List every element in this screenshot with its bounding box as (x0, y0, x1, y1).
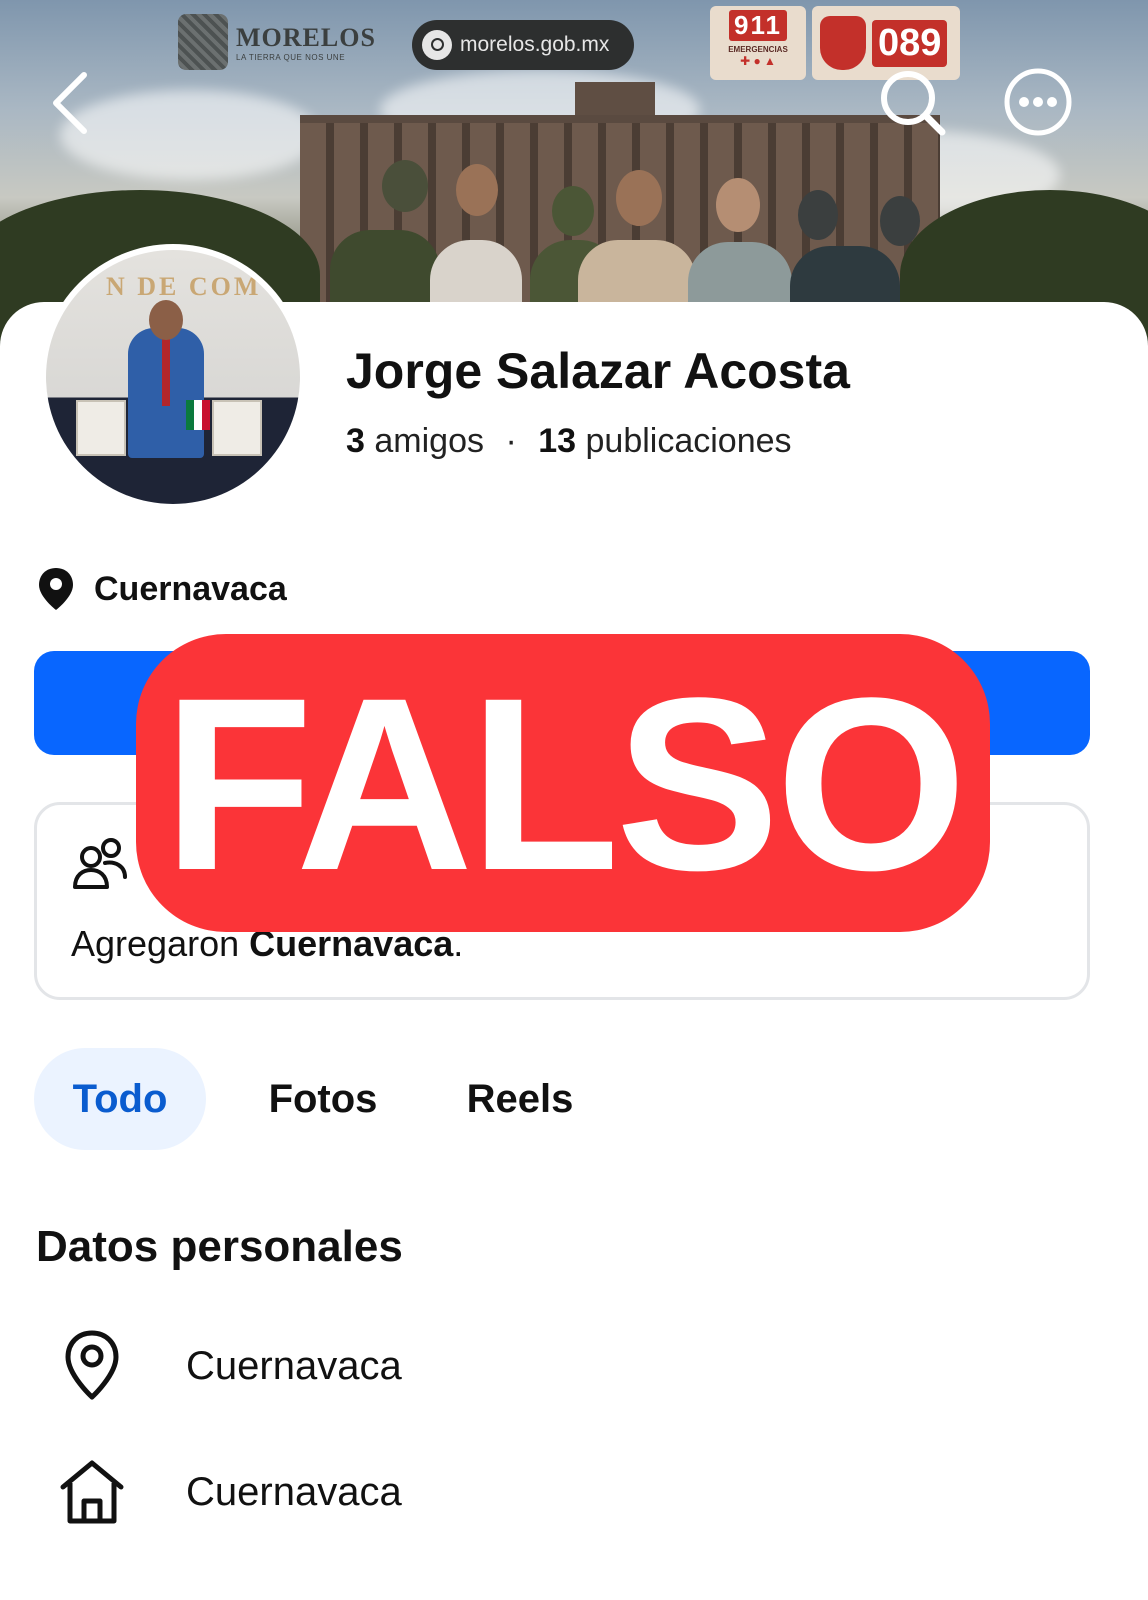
shield-icon (820, 16, 866, 70)
detail-location-text: Cuernavaca (186, 1343, 402, 1388)
cover-person-head (382, 160, 428, 212)
profile-photo: N DE COM (46, 250, 300, 504)
falso-stamp: FALSO (136, 634, 990, 932)
avatar[interactable]: N DE COM (40, 244, 306, 510)
back-button[interactable] (40, 68, 100, 138)
people-icon (73, 838, 127, 889)
search-icon (422, 30, 452, 60)
tab-reels[interactable]: Reels (440, 1048, 600, 1150)
detail-row-home[interactable]: Cuernavaca (56, 1452, 402, 1532)
detail-home-text: Cuernavaca (186, 1469, 402, 1514)
emergency-icons: ✚ ● ▲ (740, 54, 776, 68)
morelos-brand-name: MORELOS (236, 22, 376, 52)
profile-name: Jorge Salazar Acosta (346, 343, 850, 399)
profile-location-text: Cuernavaca (94, 569, 287, 608)
badge-911: 911 EMERGENCIAS ✚ ● ▲ (710, 6, 806, 80)
cover-person-head (716, 178, 760, 232)
profile-photo-head (149, 300, 183, 340)
profile-photo-tie (162, 336, 170, 406)
posts-label: publicaciones (585, 422, 792, 460)
profile-stats: 3 amigos · 13 publicaciones (346, 422, 792, 461)
cover-person-head (880, 196, 920, 246)
cover-person-head (616, 170, 662, 226)
profile-photo-wall-text: N DE COM (106, 272, 262, 301)
morelos-emblem-icon (178, 14, 228, 70)
location-pin-icon (39, 568, 73, 610)
morelos-logo: MORELOS LA TIERRA QUE NOS UNE (178, 14, 376, 70)
morelos-brand-tagline: LA TIERRA QUE NOS UNE (236, 52, 346, 62)
cover-url-pill: morelos.gob.mx (412, 20, 634, 70)
search-icon (881, 71, 946, 136)
friends-count[interactable]: 3 (346, 422, 365, 460)
tab-fotos[interactable]: Fotos (206, 1048, 440, 1150)
personal-data-title: Datos personales (36, 1222, 403, 1271)
more-options-button[interactable] (1002, 66, 1074, 138)
more-options-icon (1004, 68, 1072, 136)
posts-count: 13 (538, 422, 577, 460)
home-icon (56, 1452, 128, 1532)
stats-separator: · (505, 422, 517, 460)
badge-911-label: EMERGENCIAS (728, 45, 788, 54)
cover-person-head (456, 164, 498, 216)
profile-location: Cuernavaca (36, 566, 287, 612)
badge-089-number: 089 (872, 19, 948, 67)
cover-person-head (798, 190, 838, 240)
cover-url-text: morelos.gob.mx (460, 33, 610, 56)
profile-photo-box (212, 400, 262, 456)
friends-label[interactable]: amigos (374, 422, 484, 460)
tab-todo[interactable]: Todo (34, 1048, 206, 1150)
profile-tabs: Todo Fotos Reels (34, 1048, 600, 1150)
profile-photo-box (76, 400, 126, 456)
cover-person-head (552, 186, 594, 236)
badge-911-number: 911 (729, 10, 787, 41)
detail-row-location[interactable]: Cuernavaca (56, 1326, 402, 1406)
falso-stamp-text: FALSO (162, 647, 967, 922)
chevron-left-icon (53, 72, 87, 134)
search-button[interactable] (876, 66, 948, 138)
mexico-flag-icon (186, 400, 210, 430)
location-pin-icon (56, 1326, 128, 1406)
